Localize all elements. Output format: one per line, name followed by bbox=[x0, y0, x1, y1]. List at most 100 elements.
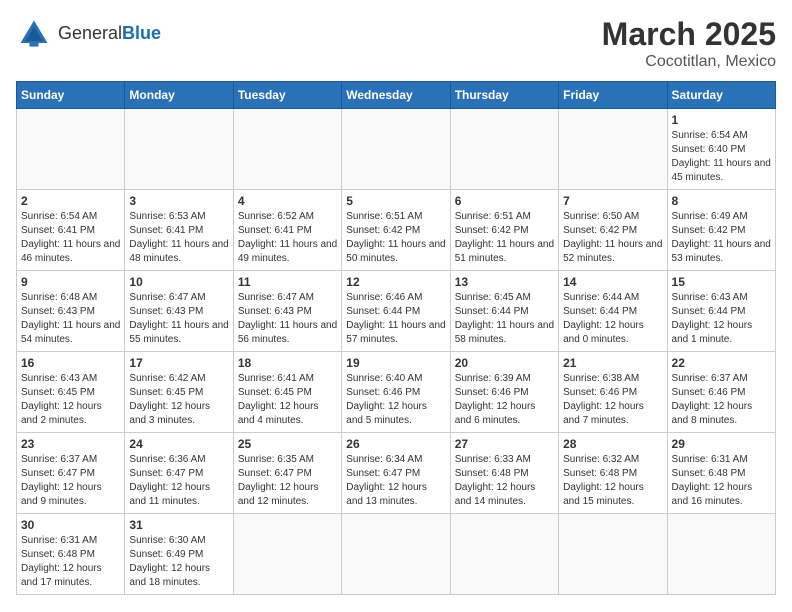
day-info: Sunrise: 6:35 AM Sunset: 6:47 PM Dayligh… bbox=[238, 453, 337, 509]
day-number: 2 bbox=[21, 194, 120, 208]
calendar-day-cell: 2 Sunrise: 6:54 AM Sunset: 6:41 PM Daylig… bbox=[17, 190, 125, 271]
calendar-header-row: SundayMondayTuesdayWednesdayThursdayFrid… bbox=[17, 82, 776, 109]
day-info: Sunrise: 6:37 AM Sunset: 6:46 PM Dayligh… bbox=[672, 372, 771, 428]
day-info: Sunrise: 6:49 AM Sunset: 6:42 PM Dayligh… bbox=[672, 210, 771, 266]
day-info: Sunrise: 6:41 AM Sunset: 6:45 PM Dayligh… bbox=[238, 372, 337, 428]
day-number: 10 bbox=[129, 275, 228, 289]
day-of-week-header: Saturday bbox=[667, 82, 775, 109]
day-info: Sunrise: 6:45 AM Sunset: 6:44 PM Dayligh… bbox=[455, 291, 554, 347]
calendar-day-cell: 19 Sunrise: 6:40 AM Sunset: 6:46 PM Dayli… bbox=[342, 352, 450, 433]
calendar-day-cell bbox=[125, 109, 233, 190]
calendar-day-cell: 16 Sunrise: 6:43 AM Sunset: 6:45 PM Dayli… bbox=[17, 352, 125, 433]
day-of-week-header: Wednesday bbox=[342, 82, 450, 109]
logo-general: General bbox=[58, 23, 122, 43]
day-number: 27 bbox=[455, 437, 554, 451]
page-header: GeneralBlue March 2025 Cocotitlan, Mexic… bbox=[16, 16, 776, 71]
day-info: Sunrise: 6:43 AM Sunset: 6:45 PM Dayligh… bbox=[21, 372, 120, 428]
calendar-day-cell: 12Sunrise: 6:46 AM Sunset: 6:44 PM Dayli… bbox=[342, 271, 450, 352]
calendar-week-row: 2 Sunrise: 6:54 AM Sunset: 6:41 PM Daylig… bbox=[17, 190, 776, 271]
calendar-day-cell bbox=[559, 514, 667, 595]
day-info: Sunrise: 6:48 AM Sunset: 6:43 PM Dayligh… bbox=[21, 291, 120, 347]
day-info: Sunrise: 6:54 AM Sunset: 6:40 PM Dayligh… bbox=[672, 129, 771, 185]
day-info: Sunrise: 6:33 AM Sunset: 6:48 PM Dayligh… bbox=[455, 453, 554, 509]
day-number: 20 bbox=[455, 356, 554, 370]
day-number: 17 bbox=[129, 356, 228, 370]
day-info: Sunrise: 6:38 AM Sunset: 6:46 PM Dayligh… bbox=[563, 372, 662, 428]
day-number: 4 bbox=[238, 194, 337, 208]
day-number: 22 bbox=[672, 356, 771, 370]
day-info: Sunrise: 6:32 AM Sunset: 6:48 PM Dayligh… bbox=[563, 453, 662, 509]
calendar-day-cell: 23Sunrise: 6:37 AM Sunset: 6:47 PM Dayli… bbox=[17, 433, 125, 514]
calendar-day-cell: 3 Sunrise: 6:53 AM Sunset: 6:41 PM Daylig… bbox=[125, 190, 233, 271]
day-number: 11 bbox=[238, 275, 337, 289]
day-number: 8 bbox=[672, 194, 771, 208]
day-number: 26 bbox=[346, 437, 445, 451]
page-title: March 2025 bbox=[602, 16, 776, 53]
calendar-week-row: 23Sunrise: 6:37 AM Sunset: 6:47 PM Dayli… bbox=[17, 433, 776, 514]
day-of-week-header: Thursday bbox=[450, 82, 558, 109]
calendar-table: SundayMondayTuesdayWednesdayThursdayFrid… bbox=[16, 81, 776, 595]
calendar-day-cell: 22 Sunrise: 6:37 AM Sunset: 6:46 PM Dayli… bbox=[667, 352, 775, 433]
day-info: Sunrise: 6:47 AM Sunset: 6:43 PM Dayligh… bbox=[238, 291, 337, 347]
day-number: 28 bbox=[563, 437, 662, 451]
calendar-day-cell: 8 Sunrise: 6:49 AM Sunset: 6:42 PM Daylig… bbox=[667, 190, 775, 271]
calendar-day-cell: 14Sunrise: 6:44 AM Sunset: 6:44 PM Dayli… bbox=[559, 271, 667, 352]
day-info: Sunrise: 6:40 AM Sunset: 6:46 PM Dayligh… bbox=[346, 372, 445, 428]
calendar-day-cell: 11 Sunrise: 6:47 AM Sunset: 6:43 PM Dayli… bbox=[233, 271, 341, 352]
day-number: 7 bbox=[563, 194, 662, 208]
calendar-day-cell: 24 Sunrise: 6:36 AM Sunset: 6:47 PM Dayli… bbox=[125, 433, 233, 514]
day-info: Sunrise: 6:51 AM Sunset: 6:42 PM Dayligh… bbox=[455, 210, 554, 266]
day-of-week-header: Sunday bbox=[17, 82, 125, 109]
day-number: 29 bbox=[672, 437, 771, 451]
calendar-day-cell: 15 Sunrise: 6:43 AM Sunset: 6:44 PM Dayli… bbox=[667, 271, 775, 352]
calendar-day-cell: 20Sunrise: 6:39 AM Sunset: 6:46 PM Dayli… bbox=[450, 352, 558, 433]
day-info: Sunrise: 6:36 AM Sunset: 6:47 PM Dayligh… bbox=[129, 453, 228, 509]
calendar-day-cell: 27 Sunrise: 6:33 AM Sunset: 6:48 PM Dayli… bbox=[450, 433, 558, 514]
calendar-day-cell: 6 Sunrise: 6:51 AM Sunset: 6:42 PM Daylig… bbox=[450, 190, 558, 271]
day-info: Sunrise: 6:31 AM Sunset: 6:48 PM Dayligh… bbox=[672, 453, 771, 509]
day-of-week-header: Tuesday bbox=[233, 82, 341, 109]
day-number: 18 bbox=[238, 356, 337, 370]
logo: GeneralBlue bbox=[16, 16, 161, 52]
day-info: Sunrise: 6:46 AM Sunset: 6:44 PM Dayligh… bbox=[346, 291, 445, 347]
calendar-day-cell: 10 Sunrise: 6:47 AM Sunset: 6:43 PM Dayli… bbox=[125, 271, 233, 352]
day-number: 16 bbox=[21, 356, 120, 370]
day-number: 30 bbox=[21, 518, 120, 532]
day-number: 15 bbox=[672, 275, 771, 289]
calendar-day-cell bbox=[450, 109, 558, 190]
day-number: 31 bbox=[129, 518, 228, 532]
day-info: Sunrise: 6:43 AM Sunset: 6:44 PM Dayligh… bbox=[672, 291, 771, 347]
calendar-day-cell bbox=[342, 109, 450, 190]
calendar-day-cell: 28 Sunrise: 6:32 AM Sunset: 6:48 PM Dayli… bbox=[559, 433, 667, 514]
calendar-day-cell: 25 Sunrise: 6:35 AM Sunset: 6:47 PM Dayli… bbox=[233, 433, 341, 514]
calendar-day-cell: 31Sunrise: 6:30 AM Sunset: 6:49 PM Dayli… bbox=[125, 514, 233, 595]
day-number: 3 bbox=[129, 194, 228, 208]
calendar-day-cell bbox=[233, 514, 341, 595]
day-of-week-header: Monday bbox=[125, 82, 233, 109]
day-info: Sunrise: 6:42 AM Sunset: 6:45 PM Dayligh… bbox=[129, 372, 228, 428]
day-info: Sunrise: 6:51 AM Sunset: 6:42 PM Dayligh… bbox=[346, 210, 445, 266]
logo-blue: Blue bbox=[122, 23, 161, 43]
day-number: 6 bbox=[455, 194, 554, 208]
calendar-day-cell: 17 Sunrise: 6:42 AM Sunset: 6:45 PM Dayli… bbox=[125, 352, 233, 433]
day-info: Sunrise: 6:50 AM Sunset: 6:42 PM Dayligh… bbox=[563, 210, 662, 266]
calendar-week-row: 9Sunrise: 6:48 AM Sunset: 6:43 PM Daylig… bbox=[17, 271, 776, 352]
calendar-day-cell bbox=[667, 514, 775, 595]
calendar-day-cell bbox=[233, 109, 341, 190]
logo-icon bbox=[16, 16, 52, 52]
calendar-day-cell: 26 Sunrise: 6:34 AM Sunset: 6:47 PM Dayli… bbox=[342, 433, 450, 514]
calendar-day-cell: 30Sunrise: 6:31 AM Sunset: 6:48 PM Dayli… bbox=[17, 514, 125, 595]
day-info: Sunrise: 6:53 AM Sunset: 6:41 PM Dayligh… bbox=[129, 210, 228, 266]
day-info: Sunrise: 6:52 AM Sunset: 6:41 PM Dayligh… bbox=[238, 210, 337, 266]
day-info: Sunrise: 6:34 AM Sunset: 6:47 PM Dayligh… bbox=[346, 453, 445, 509]
day-number: 19 bbox=[346, 356, 445, 370]
calendar-week-row: 1Sunrise: 6:54 AM Sunset: 6:40 PM Daylig… bbox=[17, 109, 776, 190]
day-number: 24 bbox=[129, 437, 228, 451]
day-number: 14 bbox=[563, 275, 662, 289]
calendar-day-cell: 4 Sunrise: 6:52 AM Sunset: 6:41 PM Daylig… bbox=[233, 190, 341, 271]
day-number: 25 bbox=[238, 437, 337, 451]
day-of-week-header: Friday bbox=[559, 82, 667, 109]
day-info: Sunrise: 6:47 AM Sunset: 6:43 PM Dayligh… bbox=[129, 291, 228, 347]
day-info: Sunrise: 6:54 AM Sunset: 6:41 PM Dayligh… bbox=[21, 210, 120, 266]
calendar-day-cell: 29 Sunrise: 6:31 AM Sunset: 6:48 PM Dayli… bbox=[667, 433, 775, 514]
